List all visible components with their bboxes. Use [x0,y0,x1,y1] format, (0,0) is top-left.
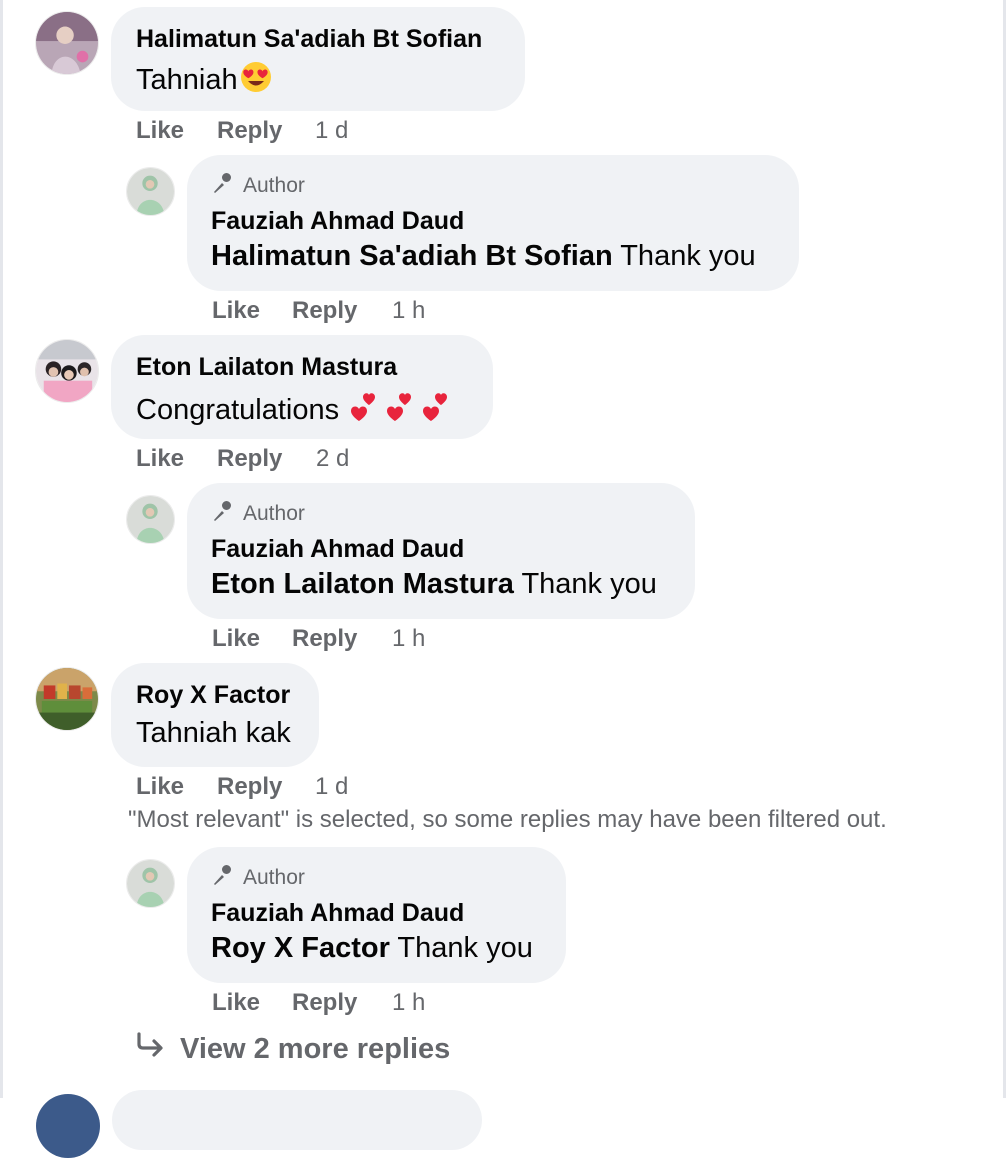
reply-text-body: Thank you [389,932,533,964]
next-commenter-avatar[interactable] [36,1094,100,1158]
reply-text: Halimatun Sa'adiah Bt Sofian Thank you [211,240,756,273]
reply-author-name[interactable]: Fauziah Ahmad Daud [211,535,464,564]
microphone-icon [211,499,235,529]
commenter-avatar[interactable] [35,667,99,731]
reply-author-name[interactable]: Fauziah Ahmad Daud [211,899,464,928]
like-button[interactable]: Like [136,445,184,473]
reply-text-body: Thank you [612,240,756,272]
like-button[interactable]: Like [212,297,260,325]
author-badge: Author [211,171,305,201]
comment-timestamp[interactable]: 1 d [315,117,348,145]
author-avatar[interactable] [126,859,175,908]
comment-author-name[interactable]: Roy X Factor [136,681,290,710]
author-badge-label: Author [243,502,305,525]
panel-border-left [0,0,3,1098]
reply-button[interactable]: Reply [217,773,282,801]
author-badge: Author [211,499,305,529]
author-avatar[interactable] [126,495,175,544]
reply-text: Roy X Factor Thank you [211,932,533,965]
comment-author-name[interactable]: Eton Lailaton Mastura [136,353,397,382]
comment-bubble: Eton Lailaton Mastura Congratulations [111,335,493,439]
comment-timestamp[interactable]: 2 d [316,445,349,473]
comment-text: Congratulations [136,389,457,431]
view-more-replies-label: View 2 more replies [180,1032,451,1065]
like-button[interactable]: Like [136,117,184,145]
next-comment-bubble [112,1090,482,1150]
commenter-avatar[interactable] [35,11,99,75]
author-avatar[interactable] [126,167,175,216]
comment-bubble: Roy X Factor Tahniah kak [111,663,319,767]
mention-link[interactable]: Eton Lailaton Mastura [211,568,514,600]
comment-text-body: Tahniah [136,64,238,96]
like-button[interactable]: Like [212,989,260,1017]
reply-timestamp[interactable]: 1 h [392,297,425,325]
heart-eyes-emoji-icon [240,61,272,101]
reply-button[interactable]: Reply [292,625,357,653]
reply-timestamp[interactable]: 1 h [392,625,425,653]
reply-button[interactable]: Reply [292,989,357,1017]
view-more-replies-button[interactable]: View 2 more replies [136,1032,450,1066]
two-hearts-emoji-icon [349,389,457,431]
mention-link[interactable]: Roy X Factor [211,932,390,964]
reply-text-body: Thank you [513,568,657,600]
comment-bubble: Halimatun Sa'adiah Bt Sofian Tahniah [111,7,525,111]
microphone-icon [211,171,235,201]
mention-link[interactable]: Halimatun Sa'adiah Bt Sofian [211,240,613,272]
reply-author-name[interactable]: Fauziah Ahmad Daud [211,207,464,236]
like-button[interactable]: Like [136,773,184,801]
reply-text: Eton Lailaton Mastura Thank you [211,568,657,601]
filter-notice: "Most relevant" is selected, so some rep… [128,806,887,833]
comment-timestamp[interactable]: 1 d [315,773,348,801]
commenter-avatar[interactable] [35,339,99,403]
reply-button[interactable]: Reply [217,117,282,145]
comment-author-name[interactable]: Halimatun Sa'adiah Bt Sofian [136,25,482,54]
author-badge-label: Author [243,174,305,197]
reply-arrow-icon [136,1032,166,1066]
reply-bubble: Author Fauziah Ahmad Daud Eton Lailaton … [187,483,695,619]
reply-button[interactable]: Reply [292,297,357,325]
comment-text: Tahniah [136,61,272,101]
microphone-icon [211,863,235,893]
comment-text: Tahniah kak [136,717,291,749]
like-button[interactable]: Like [212,625,260,653]
reply-bubble: Author Fauziah Ahmad Daud Halimatun Sa'a… [187,155,799,291]
author-badge: Author [211,863,305,893]
author-badge-label: Author [243,866,305,889]
reply-bubble: Author Fauziah Ahmad Daud Roy X Factor T… [187,847,566,983]
reply-timestamp[interactable]: 1 h [392,989,425,1017]
reply-button[interactable]: Reply [217,445,282,473]
comment-text-body: Congratulations [136,394,348,426]
